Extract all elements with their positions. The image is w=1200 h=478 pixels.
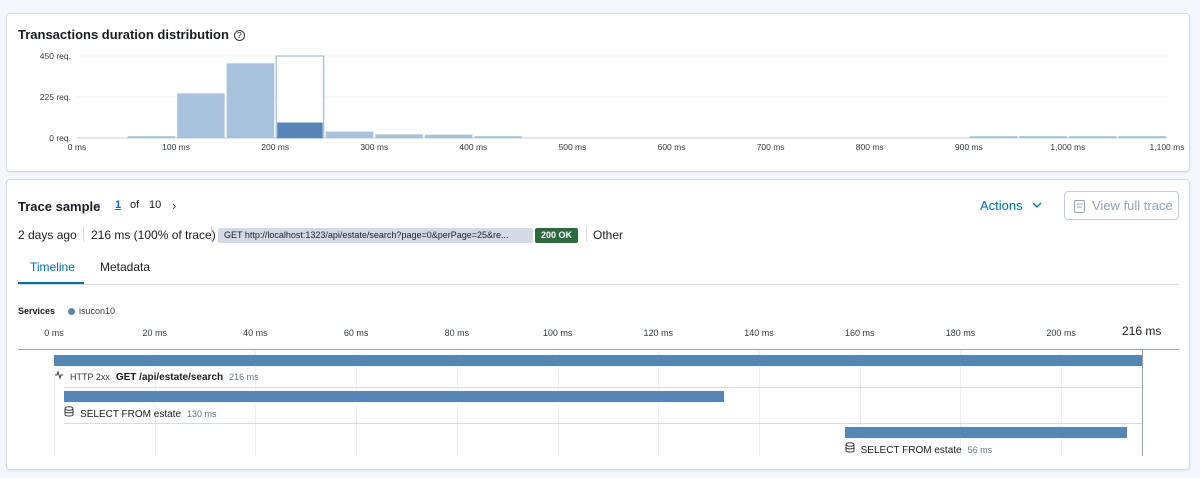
timeline-tick-label: 120 ms — [643, 328, 674, 338]
x-tick-label: 600 ms — [658, 142, 686, 152]
timeline-tick-label: 160 ms — [844, 328, 875, 338]
actions-button[interactable]: Actions — [980, 198, 1042, 213]
timeline-tick-label: 0 ms — [44, 328, 64, 338]
timeline-tick-label: 60 ms — [343, 328, 369, 338]
x-tick-label: 1,000 ms — [1050, 142, 1085, 152]
span-type-label: HTTP 2xx — [70, 372, 110, 382]
tab-timeline[interactable]: Timeline — [30, 260, 75, 274]
y-tick-label: 450 req. — [40, 51, 71, 61]
histogram-bar — [1118, 136, 1166, 138]
span-name: SELECT FROM estate — [80, 409, 182, 420]
view-full-trace-label: View full trace — [1092, 198, 1173, 213]
trace-sample-panel: Trace sample ‹ 1 of 10 › Actions View fu… — [6, 179, 1190, 470]
span-duration: 56 ms — [967, 445, 993, 455]
timeline-tick-label: 40 ms — [243, 328, 268, 338]
span-name: GET /api/estate/search — [115, 372, 224, 383]
histogram-bar — [325, 131, 374, 138]
histogram-bar — [424, 134, 473, 138]
tabs-divider — [18, 284, 1179, 285]
histogram-bar — [1068, 136, 1117, 138]
x-tick-label: 800 ms — [856, 142, 884, 152]
x-tick-label: 200 ms — [261, 142, 289, 152]
chevron-down-icon — [1032, 202, 1042, 208]
tab-metadata[interactable]: Metadata — [100, 260, 150, 274]
status-badge: 200 OK — [535, 228, 579, 243]
trace-age: 2 days ago — [18, 228, 77, 242]
waterfall-bar[interactable] — [64, 391, 724, 402]
histogram-bar — [127, 136, 176, 138]
trace-duration: 216 ms (100% of trace) — [91, 228, 216, 242]
x-tick-label: 400 ms — [459, 142, 487, 152]
timeline-tick-label: 20 ms — [142, 328, 167, 338]
trace-url-badge[interactable]: GET http://localhost:1323/api/estate/sea… — [218, 228, 533, 243]
timeline-total: 216 ms — [1122, 324, 1162, 338]
duration-histogram[interactable]: 450 req.225 req.0 req.0 ms 100 ms 200 ms 30… — [7, 14, 1191, 173]
span-duration: 130 ms — [187, 409, 217, 419]
row-divider — [64, 387, 1142, 388]
x-tick-label: 900 ms — [955, 142, 983, 152]
prev-sample-icon[interactable]: ‹ — [96, 198, 100, 213]
view-full-trace-button[interactable]: View full trace — [1064, 191, 1179, 220]
timeline-tick-label: 180 ms — [945, 328, 976, 338]
span-label: SELECT FROM estate 130 ms — [64, 406, 217, 420]
histogram-bar — [226, 63, 275, 138]
x-tick-label: 700 ms — [757, 142, 785, 152]
divider — [586, 226, 587, 242]
next-sample-icon[interactable]: › — [172, 198, 176, 213]
service-color-dot — [68, 308, 75, 315]
x-tick-label: 300 ms — [360, 142, 388, 152]
histogram-sample-bar — [277, 122, 323, 138]
timeline-end-line — [1141, 350, 1143, 456]
timeline-header-line — [18, 349, 1179, 350]
histogram-bar — [177, 93, 225, 138]
service-name: isucon10 — [79, 306, 116, 316]
waterfall-bar[interactable] — [54, 355, 1142, 366]
timeline-tick-label: 80 ms — [444, 328, 470, 338]
histogram-bar — [1019, 136, 1067, 138]
divider — [83, 226, 84, 242]
http-icon — [54, 370, 64, 383]
timeline-tick-label: 100 ms — [542, 328, 573, 338]
span-duration: 216 ms — [229, 372, 259, 382]
actions-label: Actions — [980, 198, 1023, 213]
span-name: SELECT FROM estate — [860, 445, 962, 456]
divider — [211, 226, 212, 242]
database-icon — [64, 406, 74, 420]
x-tick-label: 1,100 ms — [1150, 142, 1185, 152]
row-divider — [64, 423, 1142, 424]
x-tick-label: 100 ms — [162, 142, 190, 152]
histogram-bar — [375, 134, 423, 138]
span-label: HTTP 2xx GET /api/estate/search 216 ms — [54, 370, 259, 383]
document-icon — [1074, 200, 1085, 213]
waterfall-bar[interactable] — [844, 427, 1127, 438]
transaction-type: Other — [593, 228, 624, 242]
x-tick-label: 500 ms — [559, 142, 587, 152]
span-label: SELECT FROM estate 56 ms — [845, 442, 992, 456]
page-total-label: 10 — [149, 199, 162, 211]
timeline-tick-label: 140 ms — [744, 328, 774, 338]
y-tick-label: 225 req. — [40, 92, 71, 102]
page-current-link[interactable]: 1 — [115, 199, 121, 211]
page-of-label: of — [130, 199, 140, 211]
x-tick-label: 0 ms — [68, 142, 86, 152]
histogram-bar — [474, 136, 522, 138]
timeline-tick-label: 200 ms — [1046, 328, 1076, 338]
histogram-bar — [969, 136, 1018, 138]
distribution-panel: Transactions duration distribution? 450 … — [6, 13, 1190, 172]
database-icon — [845, 442, 855, 456]
services-label: Services — [18, 306, 56, 316]
trace-sample-title: Trace sample — [18, 199, 101, 214]
